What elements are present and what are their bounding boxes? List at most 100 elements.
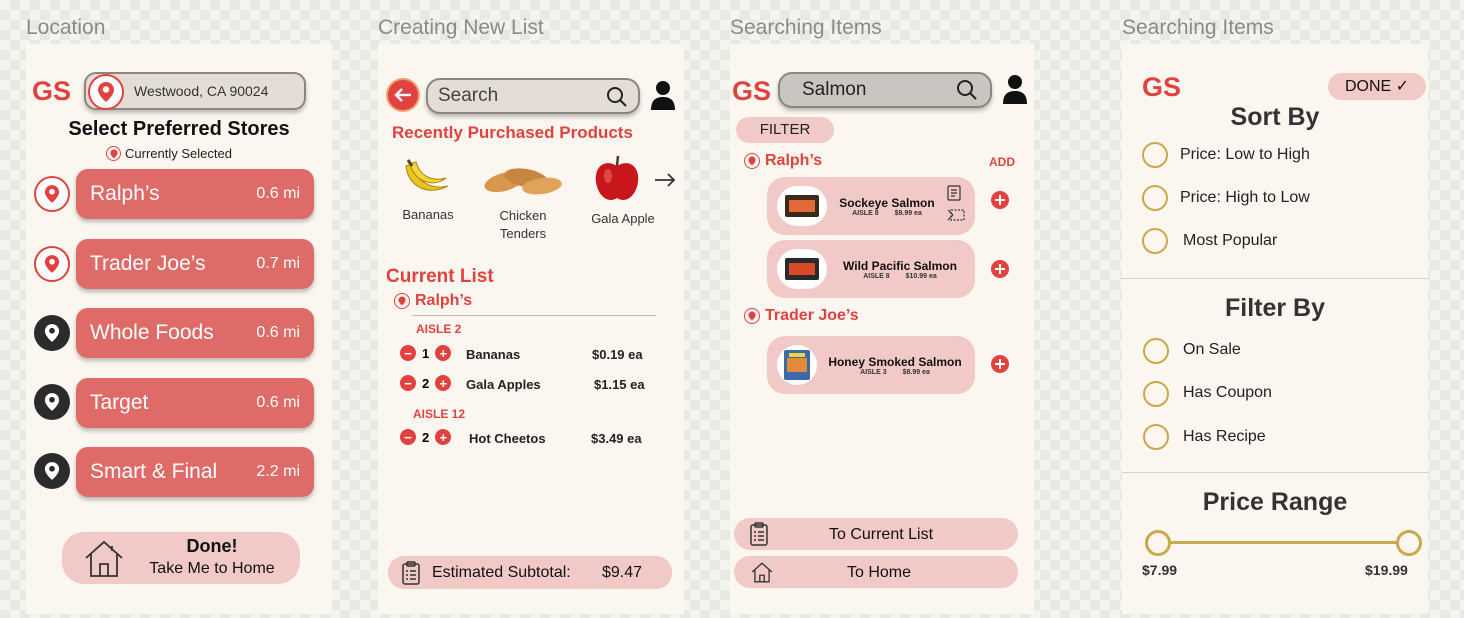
frame-title-location: Location [26,16,106,39]
list-item: − 2 + [400,375,452,391]
price-max-value: $19.99 [1365,562,1408,578]
product-image [777,249,827,289]
store-distance: 0.6 mi [256,185,300,202]
price-min-handle[interactable] [1145,530,1171,556]
banana-icon[interactable] [400,156,452,205]
decrement-button[interactable]: − [400,345,416,361]
product-price: $10.99 ea [905,272,937,280]
store-button-target[interactable]: Target 0.6 mi [76,378,314,428]
back-arrow-icon[interactable] [386,78,420,112]
item-quantity: 2 [422,429,430,445]
product-badges [947,185,965,227]
list-item: − 1 + [400,345,452,361]
subtotal-label: Estimated Subtotal: [432,564,571,581]
to-current-list-label: To Current List [828,526,934,543]
product-meta: AISLE 8 $9.99 ea [835,210,939,217]
location-pin-icon [744,153,760,169]
recent-item-label: Chicken Tenders [499,208,547,241]
add-item-button[interactable] [991,260,1009,283]
location-pin-icon [744,308,760,324]
app-logo: GS [1142,72,1182,102]
price-max-handle[interactable] [1396,530,1422,556]
filter-radio-recipe[interactable] [1143,424,1169,450]
search-icon[interactable] [606,86,628,113]
product-card-honey-smoked[interactable]: Honey Smoked Salmon AISLE 3 $8.99 ea [767,336,975,394]
filter-button[interactable]: FILTER [736,117,834,143]
sort-radio-low-high[interactable] [1142,142,1168,168]
increment-button[interactable]: + [435,345,452,361]
store-button-trader-joes[interactable]: Trader Joe’s 0.7 mi [76,239,314,289]
home-icon [82,536,126,585]
decrement-button[interactable]: − [400,375,416,391]
profile-icon[interactable] [1002,74,1028,109]
increment-button[interactable]: + [435,375,452,391]
product-price: $9.99 ea [894,209,922,217]
select-stores-heading: Select Preferred Stores [68,118,290,140]
product-card-sockeye[interactable]: Sockeye Salmon AISLE 8 $9.99 ea [767,177,975,235]
recent-item-label: Gala Apple [591,211,655,226]
product-meta: AISLE 3 $8.99 ea [825,369,965,376]
unselected-pin-icon [34,453,70,489]
chicken-tenders-icon[interactable] [482,160,564,205]
to-home-label: To Home [846,564,912,581]
product-info: Wild Pacific Salmon AISLE 8 $10.99 ea [835,259,965,280]
search-results-screen: GS Salmon FILTER Ralph’s ADD Sockeye Sal… [730,44,1034,614]
selected-pin-icon [34,176,70,212]
aisle-label: AISLE 2 [416,322,462,336]
filter-option-label: Has Recipe [1183,428,1266,445]
unselected-pin-icon [34,384,70,420]
increment-button[interactable]: + [435,429,452,445]
divider [412,315,656,316]
product-meta: AISLE 8 $10.99 ea [835,273,965,280]
done-home-button[interactable]: Done! Take Me to Home [62,532,300,584]
arrow-right-icon[interactable] [654,172,676,193]
clipboard-icon [402,561,420,590]
filter-option-label: On Sale [1183,341,1241,358]
sort-radio-popular[interactable] [1142,228,1168,254]
sort-option-label: Price: Low to High [1180,146,1310,163]
store-button-ralphs[interactable]: Ralph’s 0.6 mi [76,169,314,219]
address-field[interactable]: Westwood, CA 90024 [84,72,306,110]
profile-icon[interactable] [650,80,676,115]
frame-title-filter: Searching Items [1122,16,1274,39]
filter-radio-on-sale[interactable] [1143,338,1169,364]
add-item-button[interactable] [991,355,1009,378]
filter-radio-coupon[interactable] [1143,381,1169,407]
sort-by-heading: Sort By [1230,103,1320,131]
done-button[interactable]: DONE ✓ [1328,73,1426,100]
product-info: Honey Smoked Salmon AISLE 3 $8.99 ea [825,355,965,376]
product-card-wild-pacific[interactable]: Wild Pacific Salmon AISLE 8 $10.99 ea [767,240,975,298]
store-button-smart-final[interactable]: Smart & Final 2.2 mi [76,447,314,497]
add-item-button[interactable] [991,191,1009,214]
filter-screen: GS DONE ✓ Sort By Price: Low to High Pri… [1122,44,1428,614]
decrement-button[interactable]: − [400,429,416,445]
search-input[interactable]: Salmon [778,72,992,108]
search-input[interactable]: Search [426,78,640,114]
product-name: Sockeye Salmon [839,195,935,210]
current-list-heading: Current List [386,266,494,287]
store-name: Trader Joe’s [765,307,859,324]
to-home-button[interactable]: To Home [734,556,1018,588]
store-section-ralphs: Ralph’s [744,152,822,170]
selected-pin-icon [34,246,70,282]
store-button-whole-foods[interactable]: Whole Foods 0.6 mi [76,308,314,358]
new-list-screen: Search Recently Purchased Products Banan… [378,44,684,614]
coupon-icon [947,208,965,227]
sort-radio-high-low[interactable] [1142,185,1168,211]
product-name: Honey Smoked Salmon [828,354,962,369]
price-range-heading: Price Range [1202,488,1348,516]
item-quantity: 2 [422,375,430,391]
to-current-list-button[interactable]: To Current List [734,518,1018,550]
item-name: Gala Apples [466,377,541,392]
product-aisle: AISLE 8 [852,209,879,217]
apple-icon[interactable] [592,152,642,209]
recently-purchased-heading: Recently Purchased Products [392,123,633,142]
search-icon[interactable] [956,79,978,106]
sort-option-label: Price: High to Low [1180,189,1310,206]
item-price: $3.49 ea [591,431,642,446]
search-query: Salmon [802,79,867,100]
store-name: Ralph’s [765,152,823,169]
search-placeholder: Search [438,85,499,106]
product-name: Wild Pacific Salmon [843,258,957,273]
done-title: Done! [186,536,238,556]
